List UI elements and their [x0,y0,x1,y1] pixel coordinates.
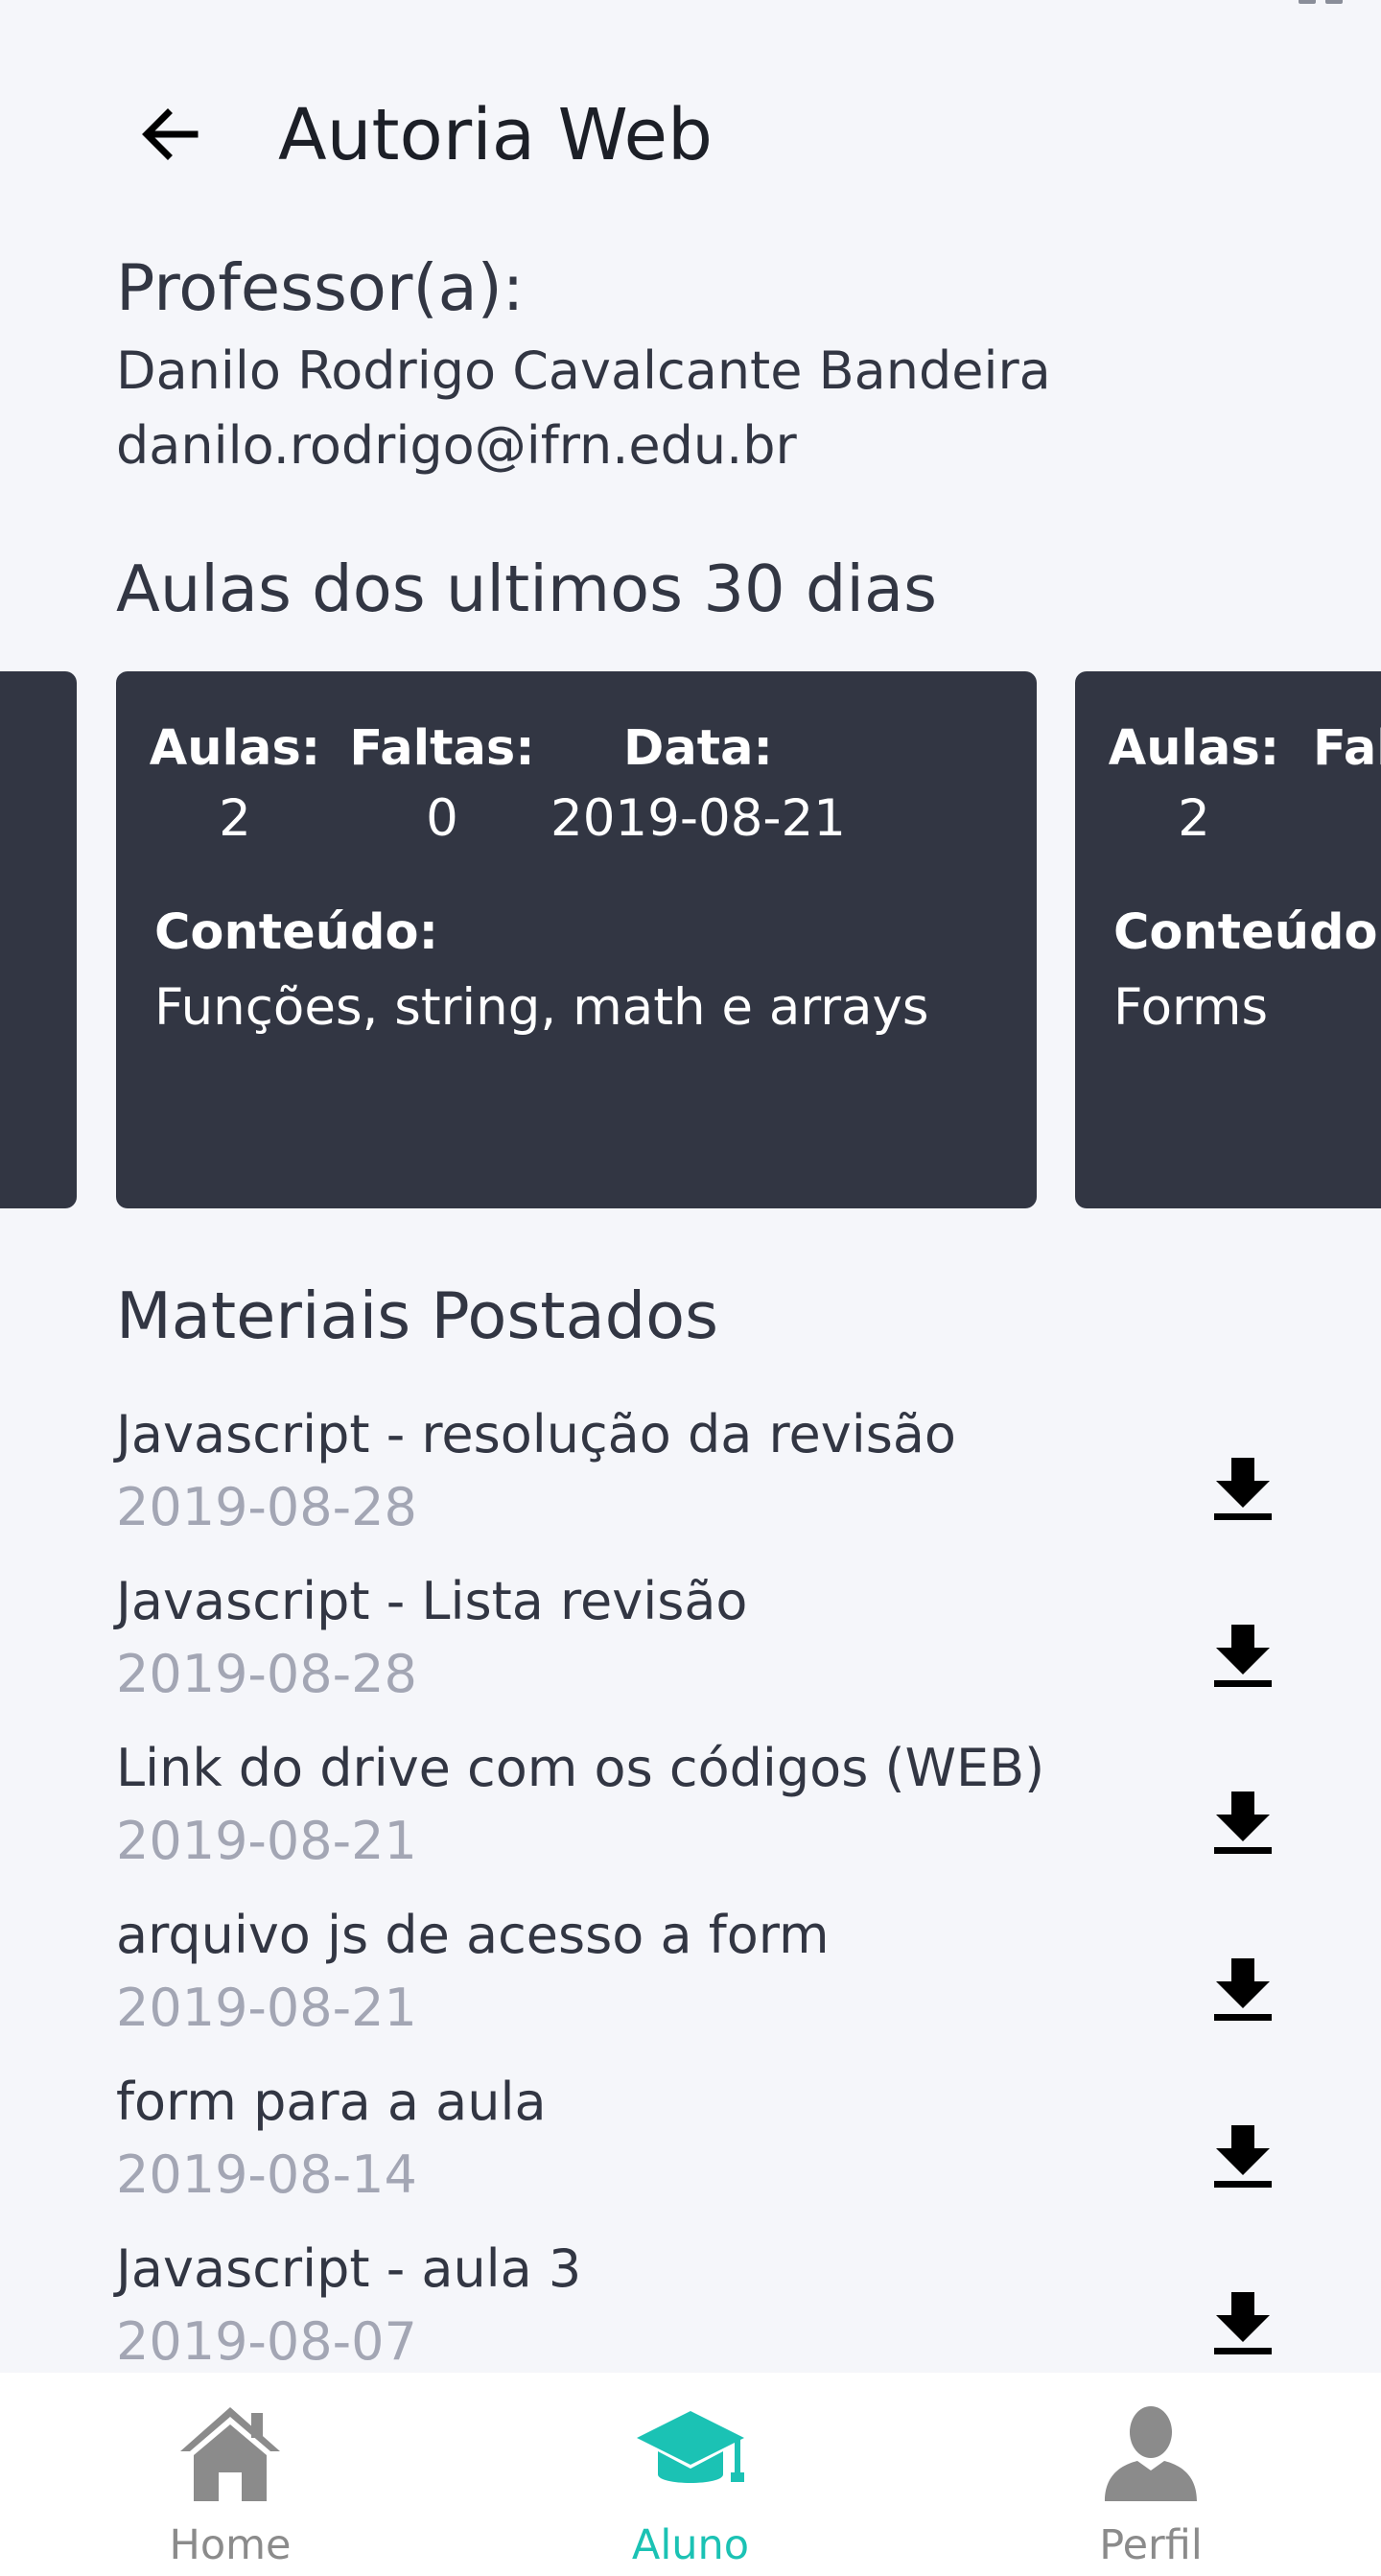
download-icon [1214,2125,1272,2188]
faltas-stat: Fal [1313,715,1381,855]
list-item: Javascript - resolução da revisão 2019-0… [116,1398,1286,1565]
conteudo-value: Forms [1113,978,1269,1037]
download-button[interactable] [1200,1780,1286,1866]
aulas-value: 2 [1178,789,1210,848]
faltas-label: Fal [1313,720,1381,777]
material-date: 2019-08-28 [116,1477,417,1537]
materiais-section-title: Materiais Postados [116,1278,719,1353]
aulas-label: Aulas: [149,720,321,777]
material-name: Javascript - resolução da revisão [116,1404,956,1464]
professor-name: Danilo Rodrigo Cavalcante Bandeira [116,340,1051,401]
material-name: Link do drive com os códigos (WEB) [116,1738,1045,1798]
material-name: form para a aula [116,2072,547,2132]
tab-perfil[interactable]: Perfil [921,2373,1381,2576]
aula-card[interactable]: Aulas: 2 Faltas: 0 Data: 2019-08-21 Cont… [116,671,1037,1208]
faltas-value: 0 [426,789,458,848]
aulas-label: Aulas: [1108,720,1280,777]
download-icon [1214,2292,1272,2354]
data-value: 2019-08-21 [550,789,846,848]
aula-card-next[interactable]: Aulas: 2 Fal Conteúdo: Forms [1075,671,1381,1208]
download-icon [1214,1791,1272,1854]
tab-home[interactable]: Home [0,2373,460,2576]
tab-home-label: Home [169,2521,292,2569]
conteudo-label: Conteúdo: [1113,904,1381,961]
material-name: Javascript - aula 3 [116,2238,582,2299]
tab-aluno-label: Aluno [631,2521,750,2569]
material-name: Javascript - Lista revisão [116,1571,748,1631]
aula-card-previous[interactable] [0,671,77,1208]
faltas-label: Faltas: [349,720,535,777]
aulas-value: 2 [219,789,251,848]
material-date: 2019-08-21 [116,1811,417,1871]
materials-list: Javascript - resolução da revisão 2019-0… [116,1398,1286,2400]
download-button[interactable] [1200,2114,1286,2200]
professor-label: Professor(a): [116,250,525,325]
list-item: Link do drive com os códigos (WEB) 2019-… [116,1732,1286,1899]
aulas-section-title: Aulas dos ultimos 30 dias [116,551,937,626]
conteudo-value: Funções, string, math e arrays [154,978,929,1037]
conteudo-label: Conteúdo: [154,904,438,961]
download-icon [1214,1958,1272,2021]
material-date: 2019-08-07 [116,2311,417,2372]
list-item: form para a aula 2019-08-14 [116,2066,1286,2233]
list-item: Javascript - Lista revisão 2019-08-28 [116,1565,1286,1732]
material-date: 2019-08-28 [116,1644,417,1704]
arrow-left-icon [142,108,199,160]
download-icon [1214,1458,1272,1520]
aulas-stat: Aulas: 2 [1109,715,1279,855]
material-date: 2019-08-14 [116,2144,417,2205]
download-button[interactable] [1200,1613,1286,1699]
aulas-stat: Aulas: 2 [150,715,320,855]
download-button[interactable] [1200,1947,1286,2033]
home-icon [173,2396,288,2511]
download-button[interactable] [1200,2281,1286,2367]
material-name: arquivo js de acesso a form [116,1905,830,1965]
bottom-tab-bar: Home Aluno Perfil [0,2373,1381,2576]
back-button[interactable] [132,96,209,173]
professor-email: danilo.rodrigo@ifrn.edu.br [116,415,797,476]
status-bar-glyph [1299,0,1354,4]
tab-aluno[interactable]: Aluno [460,2373,921,2576]
page-title: Autoria Web [278,94,713,176]
download-button[interactable] [1200,1446,1286,1533]
data-label: Data: [623,720,773,777]
tab-perfil-label: Perfil [1099,2521,1203,2569]
list-item: arquivo js de acesso a form 2019-08-21 [116,1899,1286,2066]
data-stat: Data: 2019-08-21 [540,715,856,855]
faltas-stat: Faltas: 0 [349,715,534,855]
material-date: 2019-08-21 [116,1978,417,2038]
graduation-cap-icon [633,2396,748,2511]
download-icon [1214,1625,1272,1687]
user-icon [1093,2396,1208,2511]
